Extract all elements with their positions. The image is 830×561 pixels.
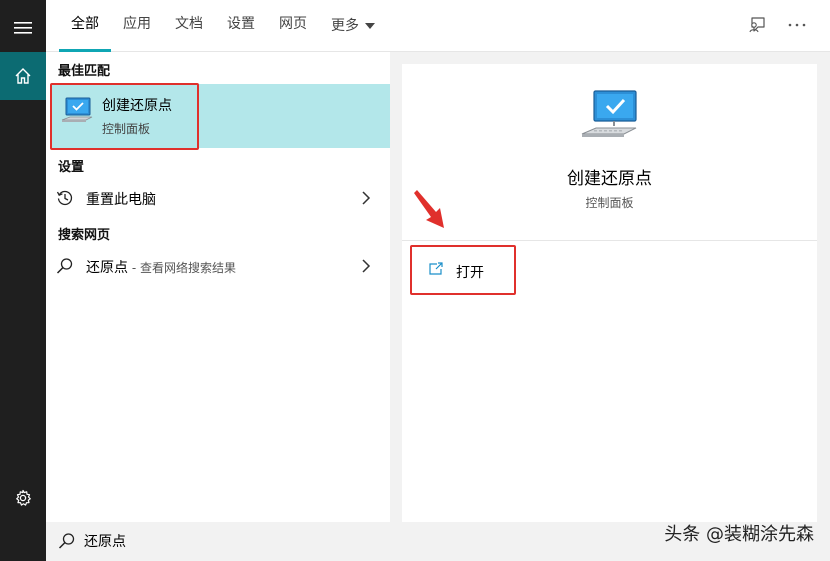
section-best-match: 最佳匹配: [58, 64, 111, 79]
computer-checkmark-icon: [61, 97, 93, 122]
best-match-subtitle: 控制面板: [102, 122, 151, 136]
settings-button[interactable]: [0, 474, 46, 522]
web-result-text: 还原点 - 查看网络搜索结果: [86, 257, 236, 277]
section-web: 搜索网页: [58, 228, 111, 243]
settings-result-reset-pc[interactable]: 重置此电脑: [46, 182, 390, 214]
open-external-icon: [429, 262, 443, 275]
preview-title: 创建还原点: [567, 169, 652, 189]
divider: [402, 240, 817, 241]
tab-web[interactable]: 网页: [279, 0, 307, 52]
feedback-icon: [749, 17, 765, 33]
annotation-arrow-icon: [414, 190, 444, 228]
computer-checkmark-icon: [581, 90, 637, 137]
chevron-right-icon: [362, 191, 371, 205]
tab-settings[interactable]: 设置: [227, 0, 255, 52]
tab-all[interactable]: 全部: [59, 0, 111, 52]
tab-bar: 全部 应用 文档 设置 网页 更多: [46, 0, 830, 52]
ellipsis-icon: [788, 23, 806, 27]
search-input[interactable]: [84, 529, 584, 553]
web-result-query: 还原点: [86, 260, 128, 276]
home-button[interactable]: [0, 52, 46, 100]
preview-pane: 创建还原点 控制面板 打开: [402, 64, 817, 522]
best-match-result[interactable]: 创建还原点 控制面板: [52, 84, 390, 148]
open-label: 打开: [456, 265, 484, 281]
tab-more[interactable]: 更多: [331, 0, 375, 52]
gear-icon: [16, 489, 31, 506]
search-icon: [56, 257, 74, 275]
hamburger-icon: [14, 22, 32, 34]
feedback-button[interactable]: [744, 12, 770, 38]
search-icon: [58, 533, 75, 549]
tab-apps[interactable]: 应用: [123, 0, 151, 52]
left-rail: [0, 0, 46, 561]
open-button[interactable]: 打开: [410, 245, 516, 295]
caret-down-icon: [365, 23, 375, 29]
home-icon: [15, 68, 31, 84]
results-list: 最佳匹配 创建还原点 控制面板 设置 重置此电脑 搜索网页 还原点 - 查看网络…: [46, 52, 390, 522]
watermark: 头条 @装糊涂先森: [664, 524, 814, 545]
menu-button[interactable]: [0, 4, 46, 52]
history-icon: [56, 189, 74, 207]
preview-subtitle: 控制面板: [585, 196, 634, 210]
chevron-right-icon: [362, 259, 371, 273]
web-result-search[interactable]: 还原点 - 查看网络搜索结果: [46, 250, 390, 282]
best-match-title: 创建还原点: [102, 98, 172, 114]
tab-documents[interactable]: 文档: [175, 0, 203, 52]
section-settings: 设置: [58, 160, 85, 175]
more-options-button[interactable]: [784, 12, 810, 38]
tab-more-label: 更多: [331, 18, 359, 34]
web-result-hint: - 查看网络搜索结果: [128, 261, 236, 275]
settings-result-label: 重置此电脑: [86, 192, 156, 208]
